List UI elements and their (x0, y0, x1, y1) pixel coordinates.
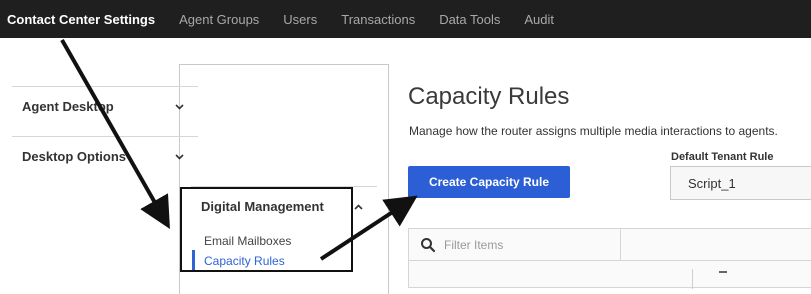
chevron-down-icon (174, 152, 184, 162)
default-tenant-rule-value: Script_1 (688, 175, 736, 191)
column-divider[interactable] (692, 269, 693, 289)
sidebar-section-label: Digital Management (201, 199, 324, 214)
page-title: Capacity Rules (408, 83, 570, 110)
sidebar-section-desktop-options[interactable]: Desktop Options (12, 136, 198, 176)
filter-divider (620, 229, 621, 261)
filter-row (409, 229, 811, 261)
filter-items-input[interactable] (442, 236, 616, 253)
nav-data-tools[interactable]: Data Tools (439, 12, 500, 27)
sidebar-section-label: Desktop Options (22, 149, 127, 164)
nav-users[interactable]: Users (283, 12, 317, 27)
sidebar-section-agent-desktop[interactable]: Agent Desktop (12, 86, 198, 126)
active-item-indicator (192, 250, 195, 270)
nav-audit[interactable]: Audit (524, 12, 554, 27)
top-navigation-bar: Contact Center Settings Agent Groups Use… (0, 0, 811, 38)
default-tenant-rule-label: Default Tenant Rule (671, 151, 774, 163)
capacity-rules-table (408, 228, 811, 289)
page-description: Manage how the router assigns multiple m… (409, 124, 778, 138)
column-header[interactable] (719, 271, 727, 281)
chevron-down-icon (174, 102, 184, 112)
sidebar-section-digital-management[interactable]: Digital Management (191, 186, 377, 226)
nav-contact-center-settings[interactable]: Contact Center Settings (7, 12, 155, 27)
chevron-up-icon (353, 202, 363, 212)
nav-transactions[interactable]: Transactions (341, 12, 415, 27)
create-capacity-rule-button[interactable]: Create Capacity Rule (408, 166, 570, 198)
search-icon (420, 237, 436, 253)
sidebar-item-email-mailboxes[interactable]: Email Mailboxes (204, 234, 291, 248)
default-tenant-rule-select[interactable]: Script_1 (670, 166, 811, 200)
sidebar-section-label: Agent Desktop (22, 99, 114, 114)
annotation-arrow-to-digital-management (60, 39, 170, 229)
sidebar-item-capacity-rules[interactable]: Capacity Rules (204, 254, 285, 268)
nav-agent-groups[interactable]: Agent Groups (179, 12, 259, 27)
